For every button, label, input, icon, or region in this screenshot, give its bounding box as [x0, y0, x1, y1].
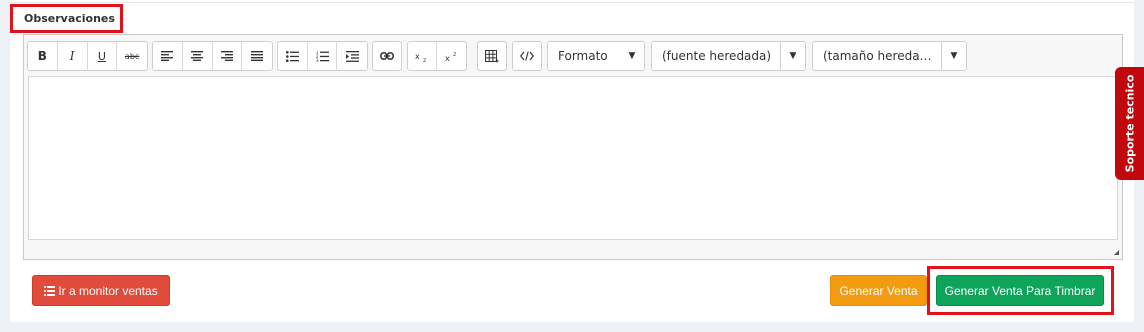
underline-icon: U: [97, 49, 106, 63]
svg-text:2: 2: [453, 52, 456, 58]
table-icon: [485, 49, 499, 62]
soporte-tecnico-label: Soporte tecnico: [1123, 74, 1136, 173]
bold-icon: B: [37, 49, 47, 63]
chevron-down-icon: ▼: [780, 42, 805, 70]
underline-button[interactable]: U: [88, 42, 118, 70]
font-family-select-value: (fuente heredada): [662, 49, 772, 63]
monitor-ventas-button[interactable]: Ir a monitor ventas: [32, 275, 170, 306]
generar-venta-button[interactable]: Generar Venta: [830, 275, 927, 306]
format-select[interactable]: Formato ▼: [547, 41, 645, 71]
script-group: x2 x2: [407, 41, 467, 71]
superscript-button[interactable]: x2: [437, 42, 466, 70]
svg-text:x: x: [445, 54, 450, 62]
align-justify-button[interactable]: [242, 42, 272, 70]
font-family-select[interactable]: (fuente heredada) ▼: [651, 41, 806, 71]
align-justify-icon: [251, 51, 264, 61]
indent-icon: [345, 50, 359, 62]
align-right-icon: [220, 51, 233, 61]
list-icon: [44, 285, 56, 296]
unordered-list-button[interactable]: [278, 42, 308, 70]
divider: [10, 2, 1134, 3]
indent-button[interactable]: [337, 42, 367, 70]
table-group: [477, 41, 507, 71]
italic-icon: I: [69, 49, 75, 63]
highlight-box-button: [927, 266, 1114, 315]
resize-handle-icon[interactable]: [1114, 250, 1119, 255]
code-icon: [520, 51, 534, 61]
italic-button[interactable]: I: [58, 42, 88, 70]
unordered-list-icon: [285, 50, 299, 62]
monitor-ventas-label: Ir a monitor ventas: [58, 283, 158, 298]
align-center-icon: [191, 51, 204, 61]
link-group: [372, 41, 402, 71]
svg-text:x: x: [415, 52, 420, 61]
generar-venta-label: Generar Venta: [839, 283, 918, 298]
strikethrough-icon: abc: [124, 51, 140, 61]
align-right-button[interactable]: [213, 42, 243, 70]
svg-text:3: 3: [316, 58, 319, 62]
code-view-button[interactable]: [513, 42, 541, 70]
chevron-down-icon: ▼: [628, 51, 636, 61]
format-select-value: Formato: [558, 49, 608, 63]
font-size-select[interactable]: (tamaño hereda… ▼: [812, 41, 967, 71]
ordered-list-button[interactable]: 123: [308, 42, 338, 70]
align-left-button[interactable]: [153, 42, 183, 70]
link-button[interactable]: [373, 42, 401, 70]
superscript-icon: x2: [445, 52, 456, 62]
svg-text:2: 2: [423, 58, 426, 62]
link-icon: [380, 52, 394, 60]
chevron-down-icon: ▼: [941, 42, 966, 70]
align-center-button[interactable]: [183, 42, 213, 70]
strikethrough-button[interactable]: abc: [117, 42, 147, 70]
rich-text-editor: B I U abc 1 2 3 x 2 x 2 Formato ▼ (fuent…: [23, 34, 1123, 260]
bold-button[interactable]: B: [28, 42, 58, 70]
list-group: 123: [277, 41, 368, 71]
ordered-list-icon: 123: [316, 51, 329, 62]
text-style-group: B I U abc: [27, 41, 148, 71]
align-left-icon: [161, 51, 174, 61]
soporte-tecnico-tab[interactable]: Soporte tecnico: [1115, 67, 1144, 180]
alignment-group: [152, 41, 273, 71]
font-size-select-value: (tamaño hereda…: [823, 49, 932, 63]
editor-toolbar: B I U abc 1 2 3 x 2 x 2 Formato ▼ (fuent…: [27, 41, 1117, 71]
code-group: [512, 41, 542, 71]
subscript-button[interactable]: x2: [408, 42, 438, 70]
highlight-box-label: [10, 4, 123, 33]
subscript-icon: x2: [415, 52, 426, 62]
table-button[interactable]: [478, 42, 506, 70]
observaciones-editor-area[interactable]: [28, 76, 1118, 240]
